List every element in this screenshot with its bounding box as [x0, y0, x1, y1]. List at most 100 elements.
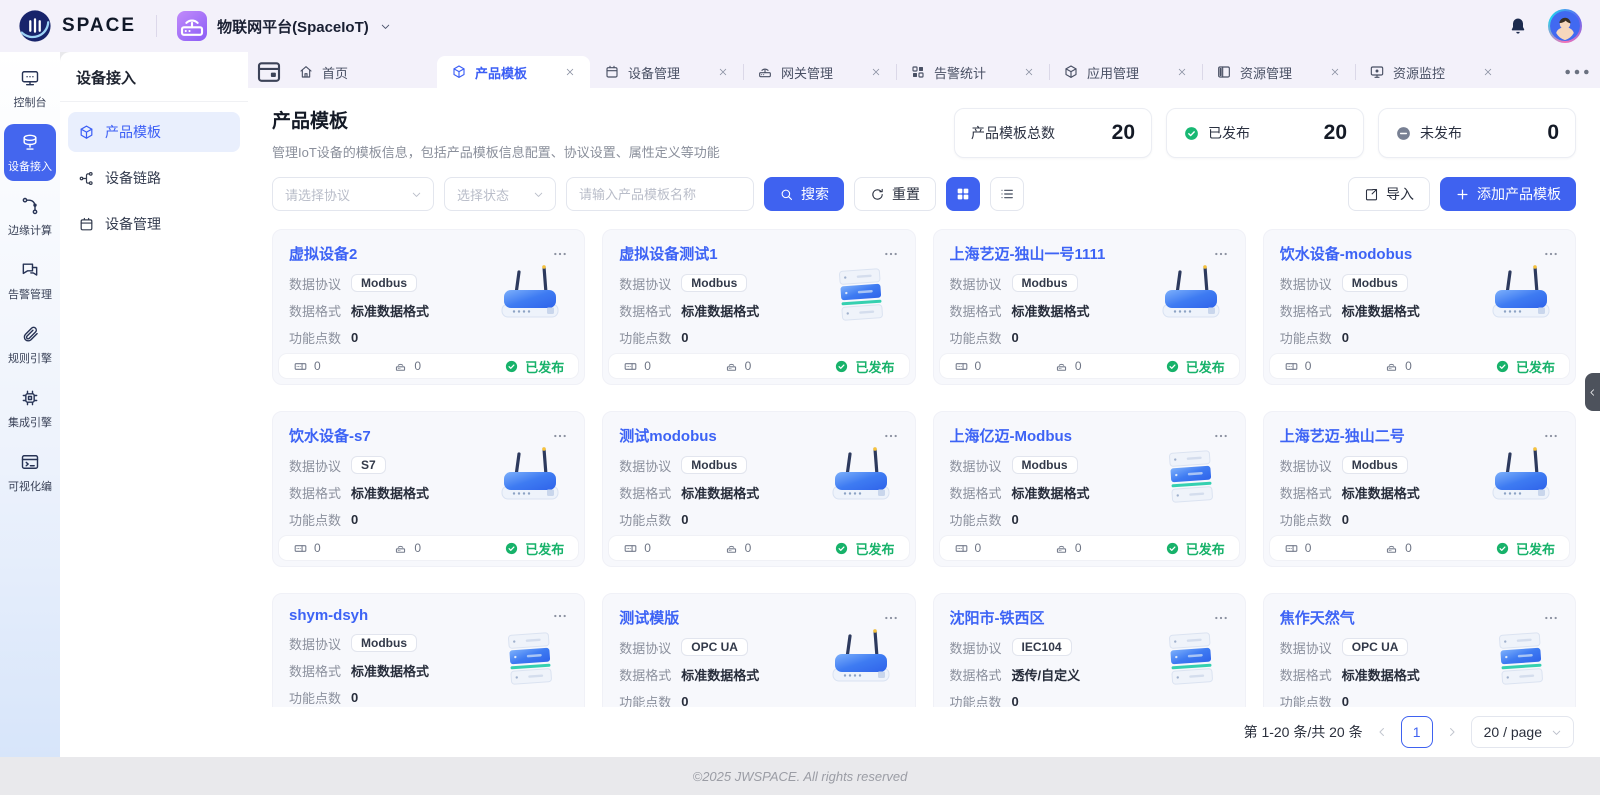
card-more-icon[interactable] [552, 608, 568, 624]
product-card[interactable]: 虚拟设备2 数据协议 Modbus 数据格式 标准数据格式 功能点数 0 0 0… [272, 229, 586, 385]
tab-close-icon[interactable] [1176, 66, 1188, 78]
product-card-title[interactable]: 焦作天然气 [1280, 607, 1355, 628]
brand-name: SPACE [62, 15, 137, 36]
cards-grid: 虚拟设备2 数据协议 Modbus 数据格式 标准数据格式 功能点数 0 0 0… [272, 229, 1576, 707]
stats-row: 产品模板总数 20 已发布 20 未发布 0 [954, 108, 1576, 158]
product-card[interactable]: 测试modobus 数据协议 Modbus 数据格式 标准数据格式 功能点数 0… [602, 411, 916, 567]
device-count-icon [623, 359, 638, 374]
protocol-label: 数据协议 [1279, 276, 1332, 292]
user-avatar[interactable] [1548, 9, 1582, 43]
product-card[interactable]: 饮水设备-s7 数据协议 S7 数据格式 标准数据格式 功能点数 0 0 0 已… [272, 411, 586, 567]
card-more-icon[interactable] [552, 246, 568, 262]
product-card-title[interactable]: 测试模版 [619, 607, 679, 628]
product-card-title[interactable]: 饮水设备-s7 [289, 425, 371, 446]
product-card-title[interactable]: 虚拟设备2 [289, 243, 357, 264]
tab-close-icon[interactable] [1482, 66, 1494, 78]
card-more-icon[interactable] [1543, 246, 1559, 262]
card-more-icon[interactable] [1543, 610, 1559, 626]
rail-item[interactable]: 规则引擎 [4, 316, 56, 373]
protocol-select[interactable]: 请选择协议 [272, 177, 434, 211]
add-template-button[interactable]: 添加产品模板 [1440, 177, 1576, 211]
product-card[interactable]: 测试模版 数据协议 OPC UA 数据格式 标准数据格式 功能点数 0 [602, 593, 916, 708]
router-image [1492, 447, 1550, 500]
device-count: 0 [293, 541, 393, 556]
product-card[interactable]: 饮水设备-modobus 数据协议 Modbus 数据格式 标准数据格式 功能点… [1262, 229, 1576, 385]
card-more-icon[interactable] [883, 610, 899, 626]
product-card[interactable]: 上海艺迈-独山二号 数据协议 Modbus 数据格式 标准数据格式 功能点数 0… [1262, 411, 1576, 567]
rail-item[interactable]: 可视化编 [4, 444, 56, 501]
tab-list-icon[interactable] [254, 56, 284, 88]
tabs-more-icon[interactable] [1560, 56, 1594, 88]
card-more-icon[interactable] [1213, 246, 1229, 262]
workspace-switcher[interactable]: 物联网平台(SpaceIoT) [177, 11, 392, 41]
tab[interactable]: 资源管理 [1202, 56, 1355, 88]
notifications-bell-icon[interactable] [1508, 16, 1528, 36]
product-card-title[interactable]: 测试modobus [619, 425, 717, 446]
tab[interactable]: 产品模板 [437, 56, 590, 88]
template-name-input[interactable] [566, 177, 754, 211]
tab-close-icon[interactable] [870, 66, 882, 78]
rail-item[interactable]: 边缘计算 [4, 188, 56, 245]
tab-close-icon[interactable] [1329, 66, 1341, 78]
search-button[interactable]: 搜索 [764, 177, 844, 211]
product-card[interactable]: 沈阳市-铁西区 数据协议 IEC104 数据格式 透传/自定义 功能点数 0 [932, 593, 1246, 707]
tab[interactable]: 资源监控 [1355, 56, 1508, 88]
points-label: 功能点数 [619, 330, 672, 346]
collapse-panel-handle[interactable] [1585, 373, 1600, 411]
product-card-title[interactable]: 上海艺迈-独山一号1111 [950, 243, 1106, 264]
next-page-button[interactable] [1445, 725, 1459, 739]
card-more-icon[interactable] [1213, 610, 1229, 626]
product-card[interactable]: 虚拟设备测试1 数据协议 Modbus 数据格式 标准数据格式 功能点数 0 0… [602, 229, 916, 385]
card-more-icon[interactable] [1213, 428, 1229, 444]
card-footer: 0 0 已发布 [279, 354, 579, 378]
product-card[interactable]: 上海亿迈-Modbus 数据协议 Modbus 数据格式 标准数据格式 功能点数… [932, 411, 1246, 567]
points-label: 功能点数 [1279, 330, 1332, 346]
rail-item[interactable]: 控制台 [4, 60, 56, 117]
rail-item[interactable]: 告警管理 [4, 252, 56, 309]
list-view-button[interactable] [990, 177, 1024, 211]
grid-view-button[interactable] [946, 177, 980, 211]
sidebar-item[interactable]: 产品模板 [68, 112, 240, 152]
list-view-icon [999, 186, 1015, 202]
product-card-title[interactable]: 上海亿迈-Modbus [950, 425, 1072, 446]
tab-close-icon[interactable] [1023, 66, 1035, 78]
current-page-button[interactable]: 1 [1400, 716, 1433, 748]
device-image [823, 626, 899, 692]
product-card-title[interactable]: 饮水设备-modobus [1280, 243, 1413, 264]
status-select[interactable]: 选择状态 [444, 177, 556, 211]
tab-close-icon[interactable] [564, 66, 576, 78]
protocol-label: 数据协议 [619, 276, 672, 292]
tab[interactable]: 应用管理 [1049, 56, 1202, 88]
rail-item[interactable]: 集成引擎 [4, 380, 56, 437]
rail-item[interactable]: 设备接入 [4, 124, 56, 181]
device-image [1483, 262, 1559, 328]
product-card-title[interactable]: 沈阳市-铁西区 [950, 607, 1045, 628]
product-card-title[interactable]: shym-dsyh [289, 607, 368, 624]
product-card[interactable]: 焦作天然气 数据协议 OPC UA 数据格式 标准数据格式 功能点数 0 [1262, 593, 1576, 707]
tab-close-icon[interactable] [717, 66, 729, 78]
card-more-icon[interactable] [552, 428, 568, 444]
points-label: 功能点数 [619, 694, 672, 708]
card-more-icon[interactable] [1543, 428, 1559, 444]
product-card-title[interactable]: 上海艺迈-独山二号 [1280, 425, 1405, 446]
tab[interactable]: 告警统计 [896, 56, 1049, 88]
sidebar-item[interactable]: 设备链路 [68, 158, 240, 198]
points-label: 功能点数 [289, 330, 342, 346]
tab[interactable]: 网关管理 [743, 56, 896, 88]
sidebar-item[interactable]: 设备管理 [68, 204, 240, 244]
page-size-select[interactable]: 20 / page [1470, 716, 1574, 748]
points-label: 功能点数 [949, 330, 1002, 346]
tab[interactable]: 设备管理 [590, 56, 743, 88]
import-button[interactable]: 导入 [1348, 177, 1430, 211]
product-card[interactable]: 上海艺迈-独山一号1111 数据协议 Modbus 数据格式 标准数据格式 功能… [932, 229, 1246, 385]
rail-item-icon [20, 324, 40, 344]
card-more-icon[interactable] [883, 428, 899, 444]
reset-button[interactable]: 重置 [854, 177, 936, 211]
gateway-count-icon [1384, 541, 1399, 556]
product-card-title[interactable]: 虚拟设备测试1 [619, 243, 717, 264]
gateway-count-icon [393, 541, 408, 556]
card-more-icon[interactable] [883, 246, 899, 262]
product-card[interactable]: shym-dsyh 数据协议 Modbus 数据格式 标准数据格式 功能点数 0 [272, 593, 586, 707]
tab[interactable]: 首页 [284, 56, 437, 88]
prev-page-button[interactable] [1375, 725, 1389, 739]
